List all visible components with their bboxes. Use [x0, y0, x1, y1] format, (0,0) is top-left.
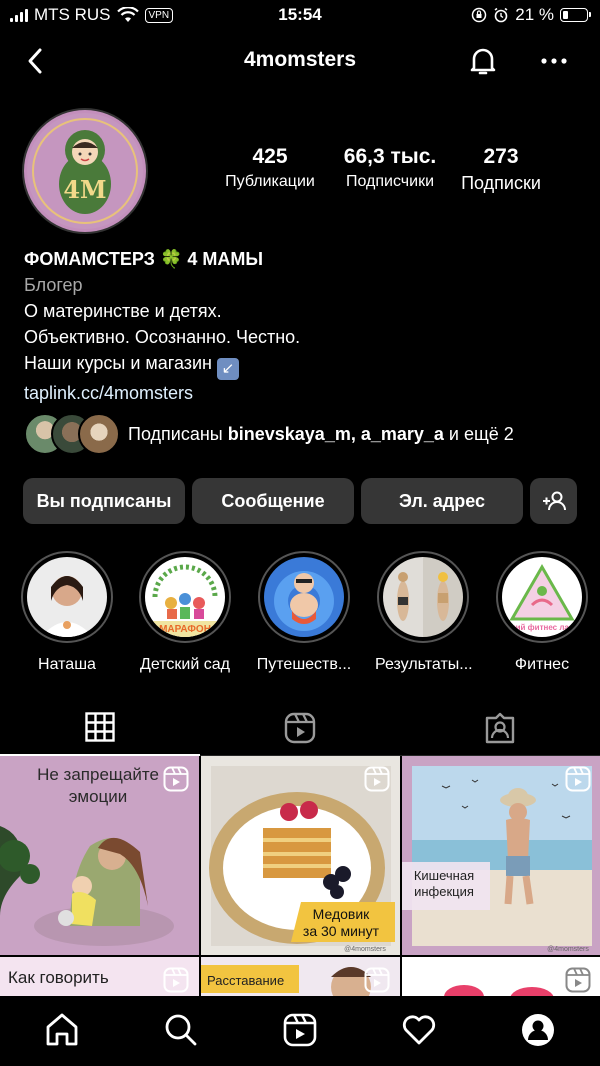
post-thumbnail[interactable]: Расставание — [201, 957, 400, 996]
email-button[interactable]: Эл. адрес — [361, 478, 523, 524]
profile-link[interactable]: taplink.cc/4momsters — [24, 380, 584, 406]
profile-category: Блогер — [24, 275, 83, 295]
bell-icon[interactable] — [466, 44, 500, 78]
post-watermark: @4momsters — [547, 946, 589, 953]
post-thumbnail[interactable] — [402, 957, 600, 996]
avatar[interactable]: 4M — [22, 108, 148, 234]
highlight-cover: летний фитнес лагерь — [502, 557, 582, 637]
followed-names: binevskaya_m, a_mary_a — [227, 423, 444, 444]
tab-grid[interactable] — [0, 700, 200, 756]
tab-tagged[interactable] — [400, 700, 600, 756]
followers-count: 66,3 тыс. — [343, 145, 437, 168]
matryoshka-logo: 4M — [27, 113, 143, 229]
post-thumbnail[interactable]: Кишечная инфекция @4momsters — [402, 756, 600, 955]
highlight-natasha[interactable]: Наташа — [19, 551, 115, 674]
highlight-label: Фитнес — [514, 656, 570, 673]
highlight-cover — [383, 557, 463, 637]
highlight-label: Результаты... — [375, 656, 473, 673]
search-icon[interactable] — [163, 1012, 199, 1048]
reels-badge-icon — [364, 967, 390, 993]
highlight-cover — [27, 557, 107, 637]
profile-stats: 425 Публикации 66,3 тыс. Подписчики 273 … — [210, 145, 590, 205]
highlight-travel[interactable]: Путешеств... — [256, 551, 352, 674]
message-button[interactable]: Сообщение — [192, 478, 354, 524]
profile-name: ФОМАМСТЕРЗ 🍀 4 МАМЫ — [24, 249, 263, 269]
post-thumbnail[interactable]: Не запрещайте эмоции — [0, 756, 199, 955]
tab-reels[interactable] — [200, 700, 400, 756]
followed-avatars — [24, 413, 120, 455]
home-icon[interactable] — [44, 1012, 80, 1048]
alarm-icon — [494, 7, 508, 23]
reels-badge-icon — [565, 766, 591, 792]
arrow-emoji-icon: ↙ — [217, 358, 240, 380]
reels-badge-icon — [163, 967, 189, 993]
highlight-label: Детский сад — [140, 656, 230, 673]
bio-line: Наши курсы и магазин — [24, 353, 212, 373]
suggested-users-button[interactable] — [530, 478, 577, 524]
profile-header: 4momsters — [0, 34, 600, 88]
highlight-label: Путешеств... — [256, 656, 352, 673]
post-caption: Не запрещайте эмоции — [37, 765, 159, 806]
following-stat[interactable]: 273 Подписки — [448, 145, 554, 194]
followed-text: Подписаны binevskaya_m, a_mary_a и ещё 2 — [128, 423, 514, 444]
battery-percent: 21 % — [515, 5, 554, 24]
highlight-cover-text: летний фитнес лагерь — [502, 623, 582, 632]
reels-icon — [284, 712, 316, 744]
following-label: Подписки — [461, 173, 541, 193]
followers-label: Подписчики — [345, 173, 434, 190]
bio-line: О материнстве и детях. — [24, 301, 222, 321]
highlight-label: Наташа — [38, 656, 96, 673]
page-title: 4momsters — [243, 48, 357, 71]
tagged-icon — [485, 712, 515, 744]
following-count: 273 — [483, 145, 519, 168]
profile-tabs — [0, 700, 600, 756]
rotation-lock-icon — [472, 7, 487, 23]
status-bar: MTS RUS VPN 15:54 21 % — [0, 0, 600, 34]
highlight-cover-text: МАРАФОН — [159, 624, 211, 635]
bio-line-with-emoji: Наши курсы и магазин ↙ — [24, 350, 584, 380]
post-caption: Медовик за 30 минут — [303, 906, 380, 939]
reels-badge-icon — [565, 967, 591, 993]
followed-by[interactable]: Подписаны binevskaya_m, a_mary_a и ещё 2 — [24, 413, 514, 455]
profile-bio: ФОМАМСТЕРЗ 🍀 4 МАМЫ Блогер О материнстве… — [24, 246, 584, 406]
battery-icon — [560, 8, 591, 22]
post-thumbnail[interactable]: Как говорить ...... — [0, 957, 199, 996]
grid-icon — [85, 712, 115, 742]
posts-grid: Не запрещайте эмоции Медовик за 30 минут @… — [0, 756, 600, 996]
avatar — [78, 413, 120, 455]
bottom-nav — [0, 996, 600, 1066]
reels-badge-icon — [163, 766, 189, 792]
highlight-cover: МАРАФОН — [145, 557, 225, 637]
reels-nav-icon[interactable] — [282, 1012, 318, 1048]
highlight-fitness[interactable]: летний фитнес лагерь Фитнес — [494, 551, 590, 674]
post-caption: Кишечная инфекция — [414, 868, 474, 899]
profile-icon[interactable] — [520, 1012, 556, 1048]
more-icon[interactable] — [538, 46, 570, 76]
posts-label: Публикации — [225, 173, 315, 190]
avatar-text: 4M — [63, 175, 106, 204]
heart-icon[interactable] — [401, 1012, 437, 1048]
following-button[interactable]: Вы подписаны — [23, 478, 185, 524]
svg-text:......: ...... — [8, 988, 36, 996]
highlight-kindergarten[interactable]: МАРАФОН Детский сад — [137, 551, 233, 674]
post-watermark: @4momsters — [344, 946, 386, 953]
posts-stat[interactable]: 425 Публикации — [210, 145, 330, 191]
reels-badge-icon — [364, 766, 390, 792]
post-thumbnail[interactable]: Медовик за 30 минут @4momsters — [201, 756, 400, 955]
highlight-results[interactable]: Результаты... — [375, 551, 473, 674]
add-person-icon — [542, 491, 566, 511]
posts-count: 425 — [252, 145, 288, 168]
post-caption: Расставание — [207, 973, 284, 988]
highlight-cover — [264, 557, 344, 637]
bio-line: Объективно. Осознанно. Честно. — [24, 327, 301, 347]
followers-stat[interactable]: 66,3 тыс. Подписчики — [328, 145, 452, 191]
post-caption: Как говорить — [8, 968, 109, 987]
